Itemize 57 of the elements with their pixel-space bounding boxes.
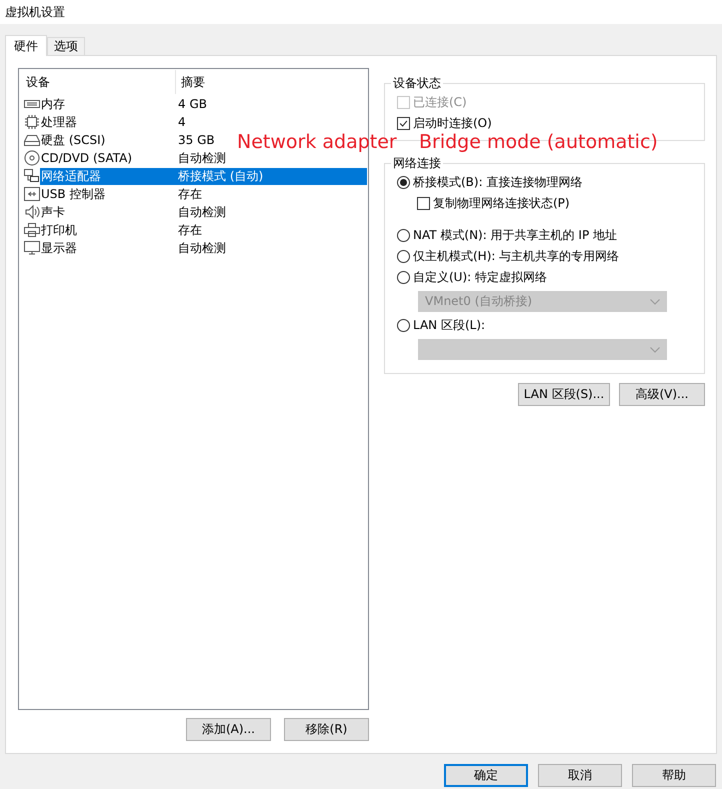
cpu-icon [24,114,40,130]
device-summary: 4 GB [177,96,207,112]
window-title: 虚拟机设置 [5,4,65,20]
checkbox[interactable] [417,197,430,210]
list-action-button[interactable]: 添加(A)... [186,718,271,741]
dialog-button[interactable]: 确定 [444,764,528,787]
radio-label: 仅主机模式(H): 与主机共享的专用网络 [413,248,620,265]
device-name[interactable]: 处理器 [40,114,174,130]
checkbox-label: 已连接(C) [413,94,467,111]
chevron-down-icon [650,346,660,352]
tab[interactable]: 选项 [47,37,85,55]
chevron-down-icon [650,298,660,304]
device-summary: 自动检测 [177,240,226,256]
checkbox[interactable] [397,117,410,130]
dialog-button[interactable]: 取消 [538,764,622,787]
radio-label: 自定义(U): 特定虚拟网络 [413,269,548,286]
device-summary: 存在 [177,186,202,202]
radio-label: 桥接模式(B): 直接连接物理网络 [413,174,582,191]
radio-button[interactable] [397,250,410,263]
list-action-button[interactable]: 移除(R) [284,718,369,741]
device-summary: 存在 [177,222,202,238]
radio-button[interactable] [397,271,410,284]
annotation-text: Bridge mode (automatic) [419,131,658,153]
column-header[interactable]: 摘要 [176,74,205,90]
device-name[interactable]: 打印机 [40,222,174,238]
radio-button[interactable] [397,229,410,242]
network-action-button[interactable]: LAN 区段(S)... [518,383,610,406]
radio-label: NAT 模式(N): 用于共享主机的 IP 地址 [413,227,617,244]
device-summary: 35 GB [177,132,215,148]
printer-icon [24,222,40,238]
radio-button[interactable] [397,176,410,189]
group-title: 设备状态 [392,75,442,92]
network-icon [24,168,40,184]
tab[interactable]: 硬件 [5,35,47,56]
device-summary: 桥接模式 (自动) [174,168,367,184]
device-summary: 4 [177,114,186,130]
device-name[interactable]: CD/DVD (SATA) [40,150,174,166]
dialog-button[interactable]: 帮助 [632,764,716,787]
radio-label: LAN 区段(L): [413,317,486,334]
device-summary: 自动检测 [177,150,226,166]
cd-icon [24,150,40,166]
display-icon [24,240,40,256]
usb-icon [24,186,40,202]
device-summary: 自动检测 [177,204,226,220]
checkbox-label: 复制物理网络连接状态(P) [433,195,570,212]
device-name[interactable]: 内存 [40,96,174,112]
group-title: 网络连接 [392,155,442,172]
device-name[interactable]: 网络适配器 [40,168,174,184]
sound-icon [24,204,40,220]
radio-button[interactable] [397,319,410,332]
device-name[interactable]: 硬盘 (SCSI) [40,132,174,148]
device-name[interactable]: 声卡 [40,204,174,220]
network-action-button[interactable]: 高级(V)... [619,383,705,406]
checkbox-label: 启动时连接(O) [413,115,492,132]
column-header[interactable]: 设备 [20,70,176,94]
device-name[interactable]: 显示器 [40,240,174,256]
device-name[interactable]: USB 控制器 [40,186,174,202]
